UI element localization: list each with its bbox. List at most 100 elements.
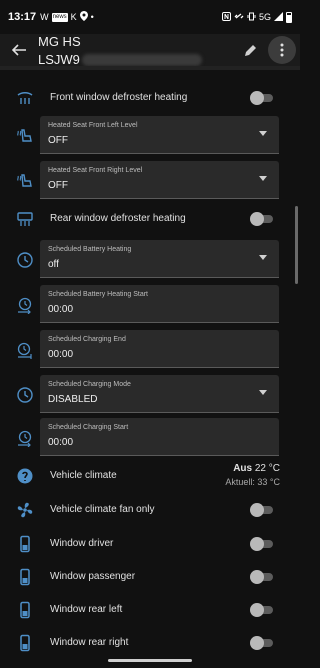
field-label: Scheduled Charging Mode xyxy=(48,381,131,388)
row-vehicle-climate[interactable]: Vehicle climate Aus 22 °C Aktuell: 33 °C xyxy=(0,461,300,491)
field-label: Scheduled Battery Heating Start xyxy=(48,291,149,298)
field-value: 00:00 xyxy=(48,349,74,360)
clock-icon xyxy=(15,250,35,270)
status-time: 13:17 xyxy=(8,11,37,23)
w-icon: W xyxy=(40,12,49,22)
climate-state: Aus 22 °C Aktuell: 33 °C xyxy=(225,463,280,487)
field-label: Scheduled Charging Start xyxy=(48,424,129,431)
row-label: Window driver xyxy=(50,538,114,549)
news-icon: news xyxy=(51,12,68,22)
signal-icon xyxy=(274,11,283,23)
field-label: Scheduled Charging End xyxy=(48,336,126,343)
defroster-rear-icon xyxy=(15,209,35,229)
battery-icon xyxy=(286,11,292,23)
charging-end-time[interactable]: Scheduled Charging End 00:00 xyxy=(40,330,279,368)
row-charging-mode: Scheduled Charging Mode DISABLED xyxy=(0,375,300,415)
network-type: 5G xyxy=(258,12,271,22)
thermostat-icon xyxy=(15,466,35,486)
window-icon xyxy=(15,633,35,653)
row-window-passenger[interactable]: Window passenger xyxy=(0,565,300,589)
window-passenger-toggle[interactable] xyxy=(250,570,276,584)
row-label: Window passenger xyxy=(50,571,136,582)
climate-target: Aus 22 °C xyxy=(225,463,280,474)
rear-defroster-toggle[interactable] xyxy=(250,212,276,226)
field-value: 00:00 xyxy=(48,437,74,448)
app-bar: MG HS LSJW9 xyxy=(0,34,300,68)
charging-start-time[interactable]: Scheduled Charging Start 00:00 xyxy=(40,418,279,456)
front-defroster-toggle[interactable] xyxy=(250,91,276,105)
clock-start-icon xyxy=(15,428,35,448)
window-rear-right-toggle[interactable] xyxy=(250,636,276,650)
window-icon xyxy=(15,534,35,554)
fan-icon xyxy=(15,500,35,520)
row-label: Front window defroster heating xyxy=(50,92,188,103)
row-battery-heating-start: Scheduled Battery Heating Start 00:00 xyxy=(0,285,300,325)
dropdown-arrow-icon xyxy=(259,176,267,181)
climate-target-temp: 22 °C xyxy=(254,463,280,474)
pencil-icon xyxy=(245,45,256,56)
row-label: Window rear right xyxy=(50,637,129,648)
defroster-front-icon xyxy=(15,88,35,108)
field-value: DISABLED xyxy=(48,394,98,405)
link-icon xyxy=(234,12,244,23)
row-heated-seat-left: Heated Seat Front Left Level OFF xyxy=(0,116,300,156)
nfc-icon xyxy=(221,11,231,23)
row-label: Vehicle climate xyxy=(50,470,117,481)
field-value: off xyxy=(48,259,59,270)
row-charging-start: Scheduled Charging Start 00:00 xyxy=(0,418,300,458)
location-icon xyxy=(79,11,88,23)
row-climate-fan-only[interactable]: Vehicle climate fan only xyxy=(0,498,300,522)
arrow-back-icon xyxy=(12,44,26,56)
home-gesture-handle[interactable] xyxy=(108,659,192,662)
row-front-defroster[interactable]: Front window defroster heating xyxy=(0,86,300,110)
window-icon xyxy=(15,567,35,587)
window-icon xyxy=(15,600,35,620)
row-window-driver[interactable]: Window driver xyxy=(0,532,300,556)
navigation-bar xyxy=(0,656,300,668)
charging-mode-select[interactable]: Scheduled Charging Mode DISABLED xyxy=(40,375,279,413)
system-icons: 5G xyxy=(221,11,292,23)
row-window-rear-left[interactable]: Window rear left xyxy=(0,598,300,622)
dropdown-arrow-icon xyxy=(259,255,267,260)
row-label: Vehicle climate fan only xyxy=(50,504,155,515)
field-label: Heated Seat Front Right Level xyxy=(48,167,143,174)
overflow-menu-button[interactable] xyxy=(268,36,296,64)
row-heated-seat-right: Heated Seat Front Right Level OFF xyxy=(0,161,300,201)
notification-icons: W news K • xyxy=(40,11,94,23)
field-label: Scheduled Battery Heating xyxy=(48,246,132,253)
window-driver-toggle[interactable] xyxy=(250,537,276,551)
row-window-rear-right[interactable]: Window rear right xyxy=(0,631,300,655)
clock-icon xyxy=(15,385,35,405)
row-scheduled-battery-heating: Scheduled Battery Heating off xyxy=(0,240,300,280)
edit-button[interactable] xyxy=(236,34,266,66)
dropdown-arrow-icon xyxy=(259,131,267,136)
climate-current-temp: Aktuell: 33 °C xyxy=(225,477,280,487)
row-label: Rear window defroster heating xyxy=(50,213,186,224)
entity-list[interactable]: Front window defroster heating Heated Se… xyxy=(0,66,300,656)
k-icon: K xyxy=(70,12,77,22)
clock-start-icon xyxy=(15,295,35,315)
heated-seat-right-select[interactable]: Heated Seat Front Right Level OFF xyxy=(40,161,279,199)
redacted-area xyxy=(81,54,202,66)
field-value: OFF xyxy=(48,180,68,191)
vibrate-icon xyxy=(247,12,256,23)
field-value: OFF xyxy=(48,135,68,146)
climate-mode: Aus xyxy=(233,463,253,474)
row-rear-defroster[interactable]: Rear window defroster heating xyxy=(0,207,300,231)
heated-seat-left-select[interactable]: Heated Seat Front Left Level OFF xyxy=(40,116,279,154)
climate-fan-only-toggle[interactable] xyxy=(250,503,276,517)
back-button[interactable] xyxy=(0,34,38,66)
dot-icon: • xyxy=(90,12,94,22)
dropdown-arrow-icon xyxy=(259,390,267,395)
battery-heating-start-time[interactable]: Scheduled Battery Heating Start 00:00 xyxy=(40,285,279,323)
window-rear-left-toggle[interactable] xyxy=(250,603,276,617)
row-label: Window rear left xyxy=(50,604,123,615)
heated-seat-icon xyxy=(15,171,35,191)
scheduled-battery-heating-select[interactable]: Scheduled Battery Heating off xyxy=(40,240,279,278)
heated-seat-icon xyxy=(15,126,35,146)
row-charging-end: Scheduled Charging End 00:00 xyxy=(0,330,300,370)
clock-end-icon xyxy=(15,340,35,360)
scrollbar[interactable] xyxy=(295,206,298,284)
app-bar-titles: MG HS LSJW9 xyxy=(38,34,236,68)
more-vert-icon xyxy=(280,43,284,57)
